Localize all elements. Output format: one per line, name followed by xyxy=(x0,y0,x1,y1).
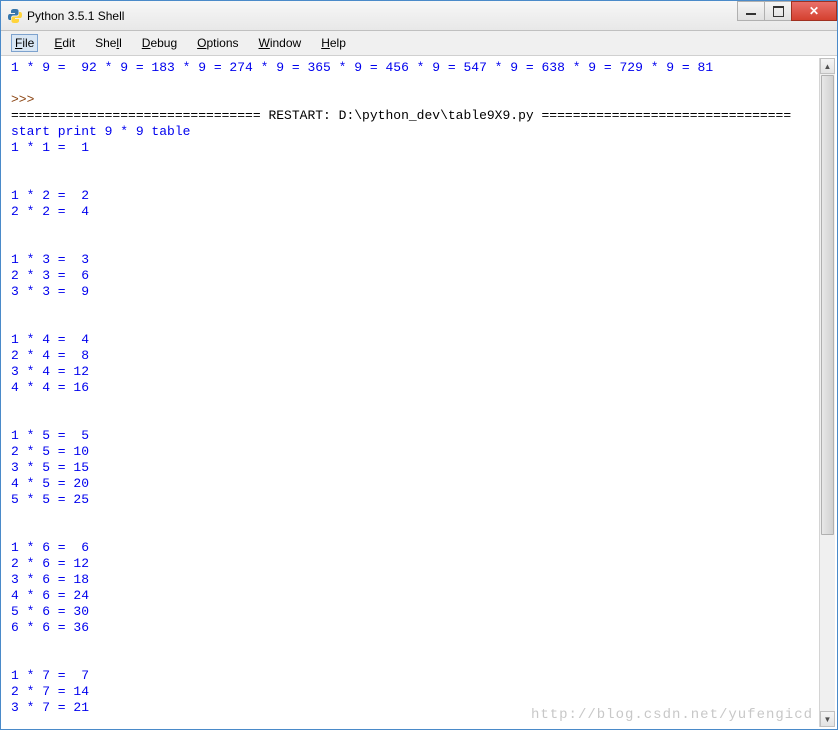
table-line: 1 * 3 = 3 xyxy=(11,252,89,267)
vertical-scrollbar xyxy=(819,58,835,727)
table-line: 2 * 7 = 14 xyxy=(11,684,89,699)
table-line: 1 * 6 = 6 xyxy=(11,540,89,555)
titlebar: Python 3.5.1 Shell xyxy=(1,1,837,31)
close-button[interactable] xyxy=(791,1,837,21)
menu-options[interactable]: Options xyxy=(193,34,242,52)
table-line: 6 * 6 = 36 xyxy=(11,620,89,635)
window-controls xyxy=(738,1,837,21)
shell-content[interactable]: 1 * 9 = 92 * 9 = 183 * 9 = 274 * 9 = 365… xyxy=(1,56,837,729)
scrollbar-thumb[interactable] xyxy=(821,75,834,535)
table-line: 2 * 3 = 6 xyxy=(11,268,89,283)
menu-edit[interactable]: Edit xyxy=(50,34,79,52)
output-line: 1 * 9 = 92 * 9 = 183 * 9 = 274 * 9 = 365… xyxy=(11,60,713,75)
table-line: 4 * 5 = 20 xyxy=(11,476,89,491)
table-line: 3 * 6 = 18 xyxy=(11,572,89,587)
table-line: 2 * 4 = 8 xyxy=(11,348,89,363)
table-line: 1 * 2 = 2 xyxy=(11,188,89,203)
table-line: 3 * 5 = 15 xyxy=(11,460,89,475)
table-line: 3 * 3 = 9 xyxy=(11,284,89,299)
menu-debug[interactable]: Debug xyxy=(138,34,181,52)
table-line: 5 * 5 = 25 xyxy=(11,492,89,507)
scrollbar-up-arrow[interactable] xyxy=(820,58,835,74)
table-line: 4 * 6 = 24 xyxy=(11,588,89,603)
table-line: 5 * 6 = 30 xyxy=(11,604,89,619)
start-msg: start print 9 * 9 table xyxy=(11,124,190,139)
prompt: >>> xyxy=(11,92,42,107)
watermark: http://blog.csdn.net/yufengicd xyxy=(531,707,813,723)
table-line: 3 * 4 = 12 xyxy=(11,364,89,379)
menu-file[interactable]: File xyxy=(11,34,38,52)
table-line: 1 * 4 = 4 xyxy=(11,332,89,347)
table-line: 1 * 1 = 1 xyxy=(11,140,89,155)
table-line: 2 * 6 = 12 xyxy=(11,556,89,571)
menubar: File Edit Shell Debug Options Window Hel… xyxy=(1,31,837,56)
menu-help[interactable]: Help xyxy=(317,34,350,52)
menu-shell[interactable]: Shell xyxy=(91,34,126,52)
minimize-button[interactable] xyxy=(737,1,765,21)
table-line: 1 * 5 = 5 xyxy=(11,428,89,443)
table-line: 3 * 7 = 21 xyxy=(11,700,89,715)
table-line: 2 * 5 = 10 xyxy=(11,444,89,459)
table-line: 2 * 2 = 4 xyxy=(11,204,89,219)
window-title: Python 3.5.1 Shell xyxy=(27,9,124,23)
restart-line: ================================ RESTART… xyxy=(11,108,791,123)
python-icon xyxy=(7,8,23,24)
scrollbar-down-arrow[interactable] xyxy=(820,711,835,727)
table-line: 1 * 7 = 7 xyxy=(11,668,89,683)
menu-window[interactable]: Window xyxy=(255,34,306,52)
maximize-button[interactable] xyxy=(764,1,792,21)
table-line: 4 * 4 = 16 xyxy=(11,380,89,395)
